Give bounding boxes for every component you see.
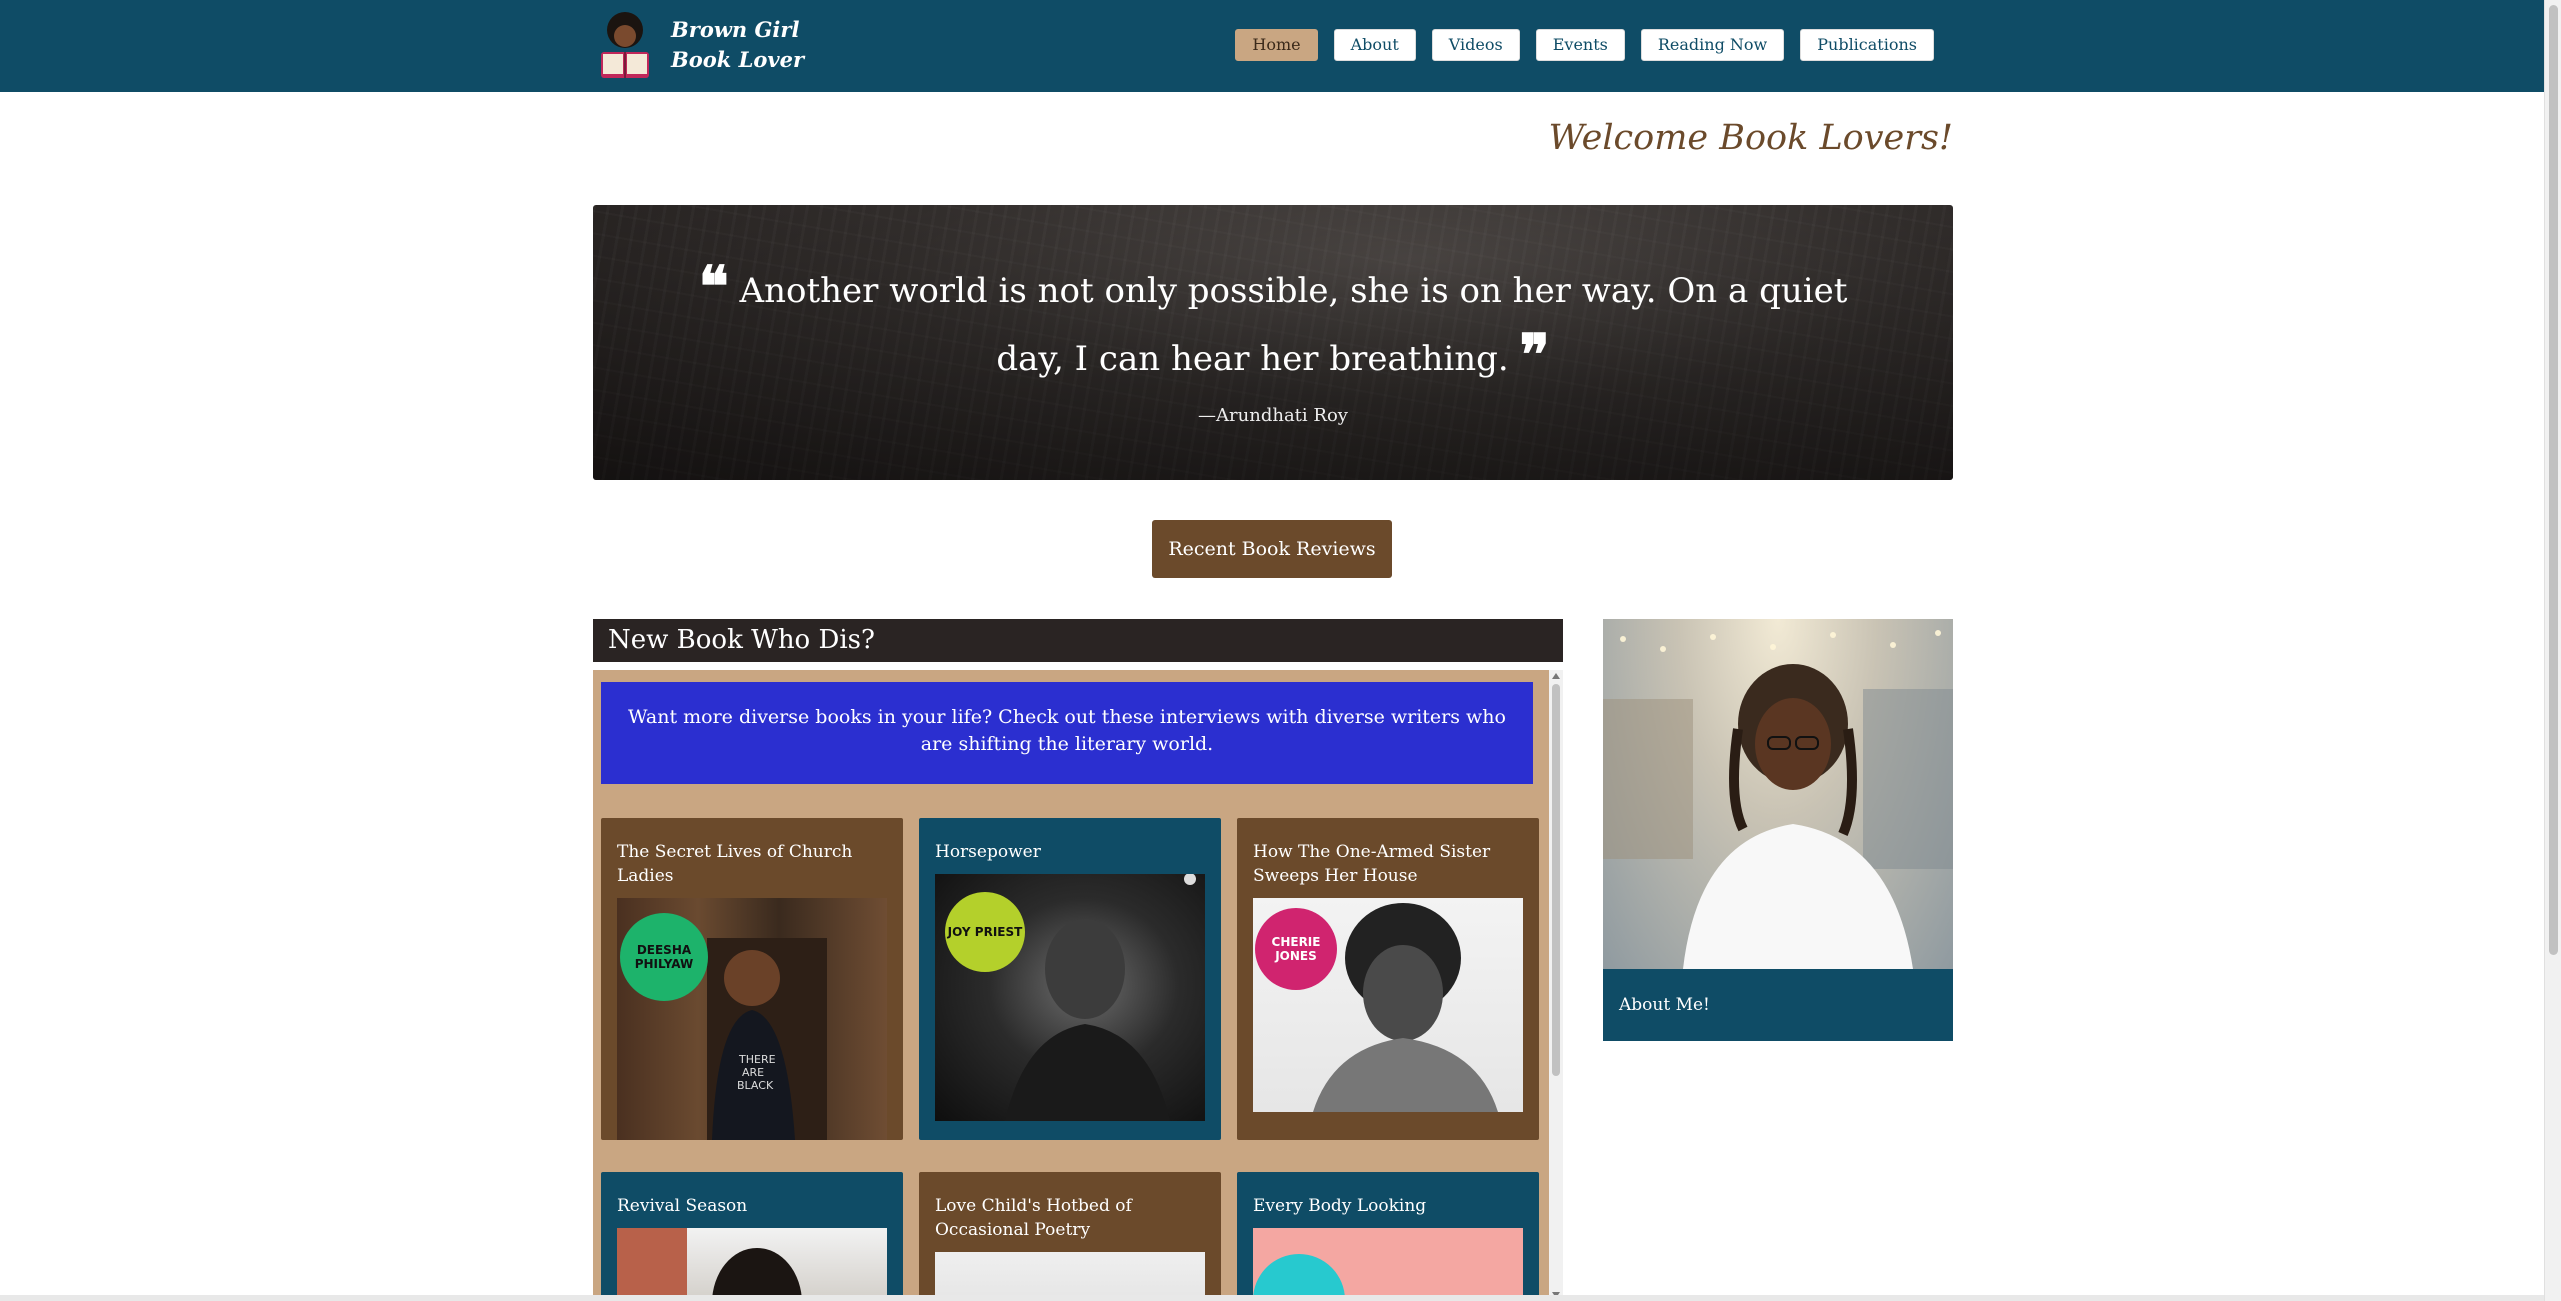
- interviews-panel[interactable]: Want more diverse books in your life? Ch…: [593, 670, 1563, 1301]
- author-photo: THERE ARE BLACK DEESHA PHILYAW: [617, 898, 887, 1140]
- panel-scroll-thumb[interactable]: [1552, 684, 1560, 1076]
- author-photo: JOY PRIEST: [935, 874, 1205, 1121]
- reading-girl-logo-icon: [593, 10, 657, 80]
- nav-reading-now[interactable]: Reading Now: [1640, 29, 1785, 61]
- author-name-badge: [1253, 1254, 1345, 1301]
- horizontal-scrollbar[interactable]: [0, 1295, 2544, 1301]
- brand-name: Brown Girl Book Lover: [671, 15, 804, 75]
- nav-publications[interactable]: Publications: [1800, 29, 1934, 61]
- section-title: New Book Who Dis?: [593, 619, 1563, 662]
- card-title: Every Body Looking: [1253, 1196, 1427, 1216]
- interviews-banner: Want more diverse books in your life? Ch…: [601, 682, 1533, 784]
- author-name-badge: JOY PRIEST: [945, 892, 1025, 972]
- card-title: Horsepower: [935, 842, 1041, 862]
- nav-home[interactable]: Home: [1235, 29, 1318, 61]
- author-name-badge: CHERIE JONES: [1255, 908, 1337, 990]
- close-quote-icon: ❞: [1519, 322, 1550, 388]
- scroll-up-arrow-icon[interactable]: [1552, 673, 1560, 679]
- svg-text:THERE: THERE: [738, 1053, 776, 1066]
- card-one-armed-sister[interactable]: How The One-Armed Sister Sweeps Her Hous…: [1237, 818, 1539, 1140]
- author-photo: [935, 1252, 1205, 1301]
- brand-line-2: Book Lover: [671, 47, 805, 72]
- nav-about[interactable]: About: [1333, 29, 1416, 61]
- quote-hero: ❝ Another world is not only possible, sh…: [593, 205, 1953, 480]
- author-name-badge: DEESHA PHILYAW: [620, 913, 708, 1001]
- welcome-heading: Welcome Book Lovers!: [1548, 118, 1953, 158]
- card-title: The Secret Lives of Church Ladies: [617, 842, 853, 886]
- card-title: Love Child's Hotbed of Occasional Poetry: [935, 1196, 1132, 1240]
- open-quote-icon: ❝: [698, 254, 729, 320]
- card-secret-lives-church-ladies[interactable]: The Secret Lives of Church Ladies THERE …: [601, 818, 903, 1140]
- brand-line-1: Brown Girl: [671, 17, 800, 42]
- badge-text: DEESHA PHILYAW: [634, 943, 694, 971]
- recent-book-reviews-button[interactable]: Recent Book Reviews: [1152, 520, 1392, 578]
- panel-scrollbar[interactable]: [1549, 670, 1563, 1301]
- author-photo: [617, 1228, 887, 1301]
- page-scrollbar[interactable]: [2544, 0, 2561, 1301]
- card-revival-season[interactable]: Revival Season: [601, 1172, 903, 1301]
- card-title: How The One-Armed Sister Sweeps Her Hous…: [1253, 842, 1491, 886]
- nav-events[interactable]: Events: [1535, 29, 1625, 61]
- top-navbar: Brown Girl Book Lover Home About Videos …: [0, 0, 2544, 92]
- card-horsepower[interactable]: Horsepower JOY PRIEST: [919, 818, 1221, 1140]
- svg-text:ARE: ARE: [742, 1066, 764, 1079]
- page-scroll-thumb[interactable]: [2549, 5, 2558, 955]
- nav-videos[interactable]: Videos: [1431, 29, 1520, 61]
- card-title: Revival Season: [617, 1196, 748, 1216]
- author-photo: CHERIE JONES: [1253, 898, 1523, 1112]
- card-every-body-looking[interactable]: Every Body Looking: [1237, 1172, 1539, 1301]
- hero-quote: ❝ Another world is not only possible, sh…: [693, 255, 1853, 391]
- card-love-childs-hotbed[interactable]: Love Child's Hotbed of Occasional Poetry: [919, 1172, 1221, 1301]
- quote-author: —Arundhati Roy: [1198, 405, 1348, 426]
- main-nav: Home About Videos Events Reading Now Pub…: [1235, 29, 1934, 61]
- badge-text: CHERIE JONES: [1271, 935, 1321, 963]
- svg-text:BLACK: BLACK: [737, 1079, 774, 1092]
- about-me-photo[interactable]: [1603, 619, 1953, 969]
- brand-logo-link[interactable]: Brown Girl Book Lover: [593, 10, 804, 80]
- author-photo: [1253, 1228, 1523, 1301]
- about-me-link[interactable]: About Me!: [1603, 969, 1953, 1041]
- quote-text: Another world is not only possible, she …: [739, 271, 1848, 379]
- badge-text: JOY PRIEST: [947, 925, 1023, 939]
